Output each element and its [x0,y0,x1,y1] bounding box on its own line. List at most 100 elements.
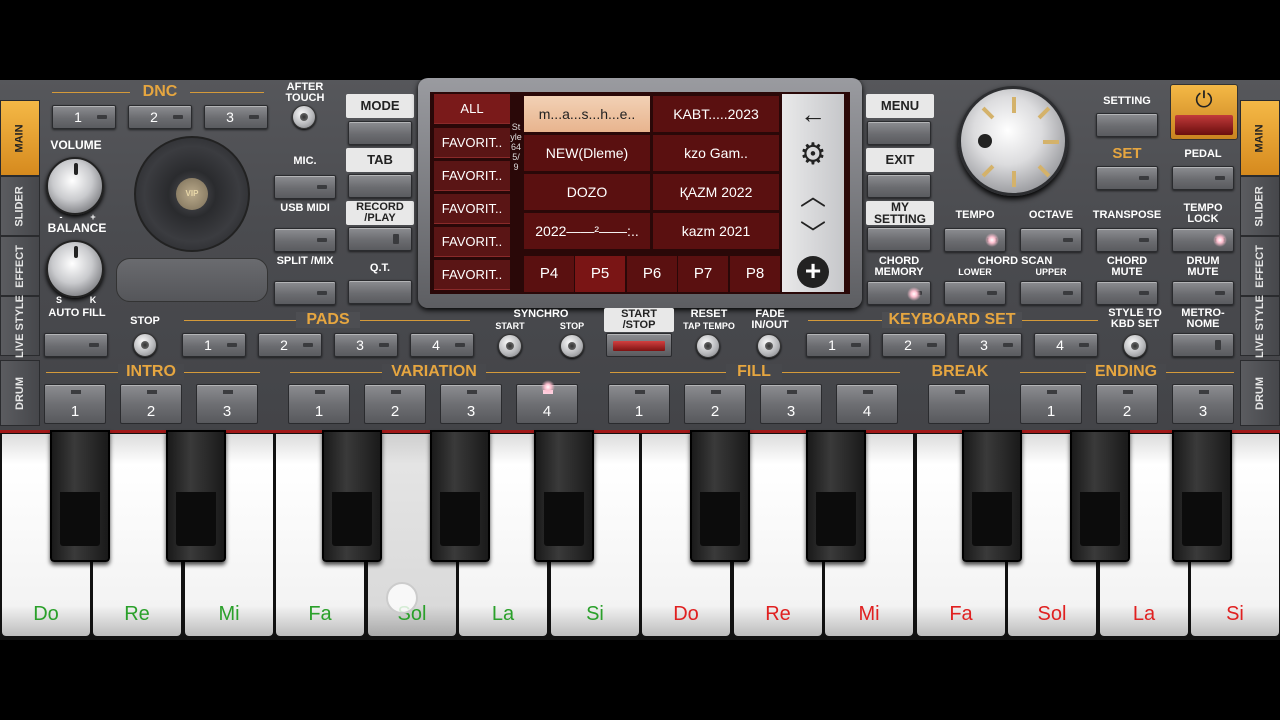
fill-button-3[interactable]: 3 [760,384,822,424]
page-p7[interactable]: P7 [678,256,728,292]
exit-button[interactable] [867,174,931,198]
fill-button-4[interactable]: 4 [836,384,898,424]
drum-mute-button[interactable] [1172,281,1234,305]
fill-button-2[interactable]: 2 [684,384,746,424]
add-icon[interactable]: + [797,256,829,288]
ending-button-2[interactable]: 2 [1096,384,1158,424]
chord-scan-lower-button[interactable] [944,281,1006,305]
metronome-button[interactable] [1172,333,1234,357]
intro-button-1[interactable]: 1 [44,384,106,424]
black-key[interactable] [534,430,594,562]
reset-tap-tempo-knob[interactable] [696,334,720,358]
sidebar-right-tab-live-style[interactable]: LIVE STYLE [1240,295,1280,357]
mic-button[interactable] [274,175,336,199]
ending-button-1[interactable]: 1 [1020,384,1082,424]
synchro-start-knob[interactable] [498,334,522,358]
back-arrow-icon[interactable]: ← [782,94,844,134]
usb-midi-button[interactable] [274,228,336,252]
pedal-button[interactable] [1172,166,1234,190]
menu-button[interactable] [867,121,931,145]
sidebar-right-tab-effect[interactable]: EFFECT [1240,236,1280,296]
style-item-4[interactable]: kzo Gam.. [653,135,779,171]
style-item-5[interactable]: DOZO [524,174,650,210]
chevron-up-icon[interactable]: ︿ [782,174,844,214]
sidebar-right-tab-main[interactable]: MAIN [1240,100,1280,176]
pads-stop-knob[interactable] [133,333,157,357]
page-p4[interactable]: P4 [524,256,574,292]
category-favorite-5[interactable]: FAVORIT.. [434,260,510,290]
variation-button-1[interactable]: 1 [288,384,350,424]
transpose-button[interactable] [1096,228,1158,252]
category-all[interactable]: ALL [434,94,510,124]
variation-button-3[interactable]: 3 [440,384,502,424]
vip-disc[interactable]: VIP [134,136,250,252]
fade-knob[interactable] [757,334,781,358]
category-favorite-2[interactable]: FAVORIT.. [434,161,510,191]
chevron-down-icon[interactable]: ﹀ [782,212,844,252]
style-to-kbd-knob[interactable] [1123,334,1147,358]
black-key[interactable] [690,430,750,562]
fill-button-1[interactable]: 1 [608,384,670,424]
pad-button-3[interactable]: 3 [334,333,398,357]
my-setting-button[interactable] [867,227,931,251]
page-p8[interactable]: P8 [730,256,780,292]
record-play-button[interactable] [348,227,412,251]
tab-button[interactable] [348,174,412,198]
page-p6[interactable]: P6 [627,256,677,292]
variation-button-2[interactable]: 2 [364,384,426,424]
set-button[interactable] [1096,166,1158,190]
after-touch-knob[interactable] [292,105,316,129]
sidebar-right-tab-drum[interactable]: DRUM [1240,360,1280,426]
setting-button[interactable] [1096,113,1158,137]
dnc-button-3[interactable]: 3 [204,105,268,129]
start-stop-button[interactable] [606,333,672,357]
style-item-1[interactable]: m...a...s...h...e.. [524,96,650,132]
auto-fill-button[interactable] [44,333,108,357]
style-item-3[interactable]: NEW(Dleme) [524,135,650,171]
intro-button-2[interactable]: 2 [120,384,182,424]
chord-scan-upper-button[interactable] [1020,281,1082,305]
black-key[interactable] [430,430,490,562]
synchro-stop-knob[interactable] [560,334,584,358]
black-key[interactable] [50,430,110,562]
style-item-8[interactable]: kazm 2021 [653,213,779,249]
dnc-button-2[interactable]: 2 [128,105,192,129]
style-item-7[interactable]: 2022——²——:.. [524,213,650,249]
pad-button-4[interactable]: 4 [410,333,474,357]
category-favorite-4[interactable]: FAVORIT.. [434,227,510,257]
power-button[interactable]: ⏻ [1170,84,1238,140]
black-key[interactable] [1070,430,1130,562]
sidebar-tab-main[interactable]: MAIN [0,100,40,176]
black-key[interactable] [322,430,382,562]
keyboard-set-button-4[interactable]: 4 [1034,333,1098,357]
category-favorite-1[interactable]: FAVORIT.. [434,128,510,158]
keyboard-set-button-3[interactable]: 3 [958,333,1022,357]
intro-button-3[interactable]: 3 [196,384,258,424]
settings-gear-icon[interactable]: ⚙ [782,134,844,174]
pad-button-1[interactable]: 1 [182,333,246,357]
balance-knob[interactable] [46,240,104,298]
pad-button-2[interactable]: 2 [258,333,322,357]
black-key[interactable] [806,430,866,562]
chord-mute-button[interactable] [1096,281,1158,305]
ending-button-3[interactable]: 3 [1172,384,1234,424]
dnc-button-1[interactable]: 1 [52,105,116,129]
qt-button[interactable] [348,280,412,304]
keyboard-set-button-2[interactable]: 2 [882,333,946,357]
break-button[interactable] [928,384,990,424]
split-mix-button[interactable] [274,281,336,305]
keyboard-set-button-1[interactable]: 1 [806,333,870,357]
chord-memory-button[interactable] [867,281,931,305]
sidebar-tab-drum[interactable]: DRUM [0,360,40,426]
category-favorite-3[interactable]: FAVORIT.. [434,194,510,224]
black-key[interactable] [166,430,226,562]
touch-pad[interactable] [116,258,268,302]
style-item-6[interactable]: ҚAZM 2022 [653,174,779,210]
black-key[interactable] [1172,430,1232,562]
black-key[interactable] [962,430,1022,562]
style-item-2[interactable]: KABT.....2023 [653,96,779,132]
sidebar-tab-slider[interactable]: SLIDER [0,176,40,236]
mode-button[interactable] [348,121,412,145]
page-p5[interactable]: P5 [575,256,625,292]
octave-button[interactable] [1020,228,1082,252]
